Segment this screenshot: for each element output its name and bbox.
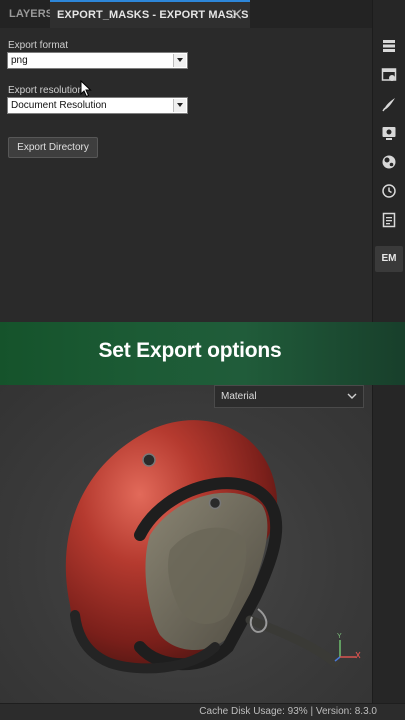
chevron-down-icon xyxy=(347,393,357,399)
history-icon[interactable] xyxy=(381,183,397,199)
export-resolution-value: Document Resolution xyxy=(11,100,107,111)
gizmo-y-label: Y xyxy=(337,633,342,640)
tab-export-masks[interactable]: EXPORT_MASKS - EXPORT MASKS xyxy=(50,0,250,28)
close-tab-icon[interactable] xyxy=(232,9,242,19)
chevron-down-icon xyxy=(173,54,186,67)
export-resolution-label: Export resolution xyxy=(8,85,84,96)
status-bar: Cache Disk Usage: 93% | Version: 8.3.0 xyxy=(0,703,405,720)
layers-stack-icon[interactable] xyxy=(381,38,397,54)
display-settings-icon[interactable] xyxy=(381,125,397,141)
shader-sphere-icon[interactable] xyxy=(381,154,397,170)
export-format-value: png xyxy=(11,55,28,66)
helmet-model xyxy=(65,420,340,674)
axis-gizmo-icon: Y xyxy=(334,633,361,662)
chevron-down-icon xyxy=(173,99,186,112)
3d-viewport[interactable]: Material Y xyxy=(0,385,372,703)
export-masks-panel: LAYERS EXPORT_MASKS - EXPORT MASKS Expor… xyxy=(0,0,372,322)
mouse-cursor-icon xyxy=(80,80,92,98)
export-directory-button[interactable]: Export Directory xyxy=(8,137,98,158)
texture-set-icon[interactable] xyxy=(381,67,397,83)
tab-export-masks-label: EXPORT_MASKS - EXPORT MASKS xyxy=(57,9,249,21)
caption-banner: Set Export options xyxy=(0,322,405,385)
export-format-label: Export format xyxy=(8,40,69,51)
export-format-select[interactable]: png xyxy=(7,52,188,69)
viewport-mode-select[interactable]: Material xyxy=(214,385,364,408)
brush-icon[interactable] xyxy=(381,96,397,112)
viewport-mode-value: Material xyxy=(221,391,257,402)
export-resolution-select[interactable]: Document Resolution xyxy=(7,97,188,114)
caption-text: Set Export options xyxy=(98,339,282,362)
status-text: Cache Disk Usage: 93% | Version: 8.3.0 xyxy=(199,706,377,717)
export-masks-plugin-button[interactable]: EM xyxy=(375,246,403,272)
tab-bar: LAYERS EXPORT_MASKS - EXPORT MASKS xyxy=(0,0,372,28)
tab-layers[interactable]: LAYERS xyxy=(9,0,53,28)
log-icon[interactable] xyxy=(381,212,397,228)
